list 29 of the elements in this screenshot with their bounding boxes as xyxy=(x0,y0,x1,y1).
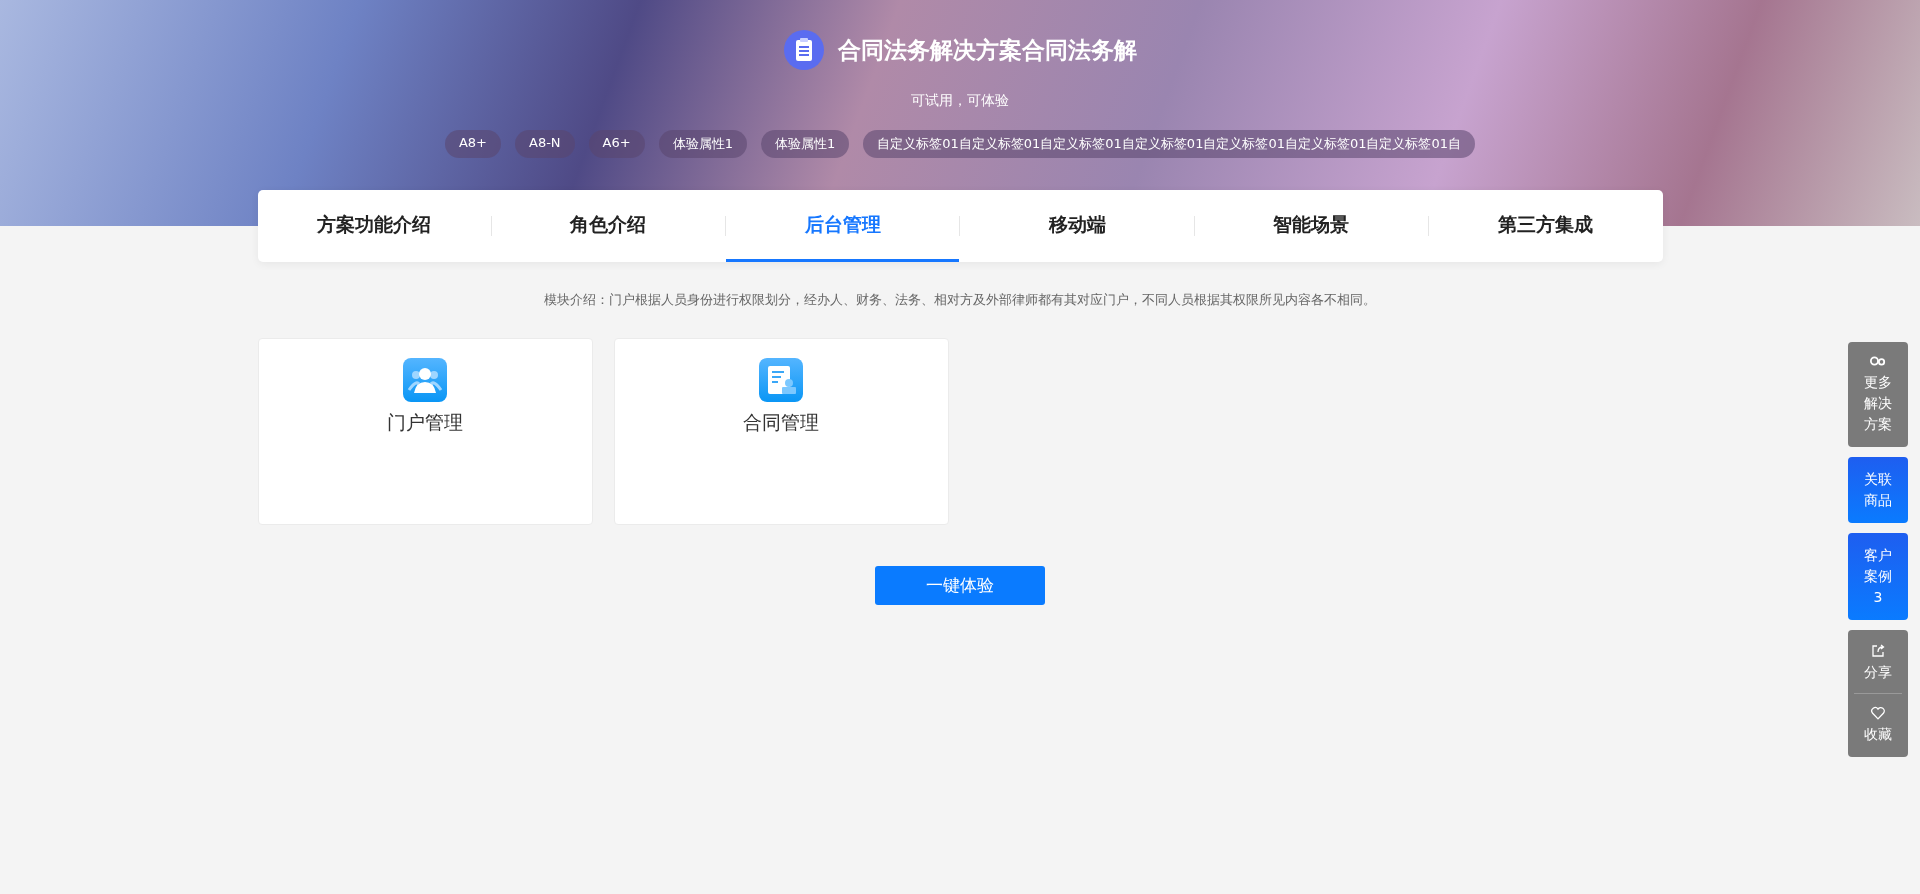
tab[interactable]: 智能场景 xyxy=(1194,190,1429,262)
tab[interactable]: 角色介绍 xyxy=(491,190,726,262)
tag: 自定义标签01自定义标签01自定义标签01自定义标签01自定义标签01自定义标签01自定义标签01自 xyxy=(863,130,1476,158)
side-button[interactable]: 客户案例 3 xyxy=(1848,533,1908,620)
tab[interactable]: 移动端 xyxy=(960,190,1194,262)
module-description: 模块介绍：门户根据人员身份进行权限划分，经办人、财务、法务、相对方及外部律师都有其对应门户，不同人员根据其权限所见内容各不相同。 xyxy=(543,291,1377,309)
side-button[interactable]: 更多解决方案 xyxy=(1848,342,1908,447)
link-icon xyxy=(1870,354,1886,368)
tab[interactable]: 后台管理 xyxy=(726,190,960,262)
side-button[interactable]: 分享 xyxy=(1864,642,1892,687)
tag: A6+ xyxy=(588,130,645,158)
side-button[interactable]: 收藏 xyxy=(1864,704,1892,749)
users-icon xyxy=(403,358,447,402)
tab[interactable]: 方案功能介绍 xyxy=(257,190,491,262)
tag: A8+ xyxy=(444,130,501,158)
share-icon xyxy=(1870,644,1886,658)
tab[interactable]: 第三方集成 xyxy=(1429,190,1663,262)
clipboard-icon xyxy=(783,30,824,70)
document-stamp-icon xyxy=(759,358,803,402)
tag: 体验属性1 xyxy=(658,130,747,158)
side-button[interactable]: 关联商品 xyxy=(1848,457,1908,523)
try-now-button[interactable]: 一键体验 xyxy=(875,566,1045,605)
solution-title: 合同法务解决方案合同法务解 xyxy=(837,35,1137,65)
heart-icon xyxy=(1870,706,1886,720)
tag: A8-N xyxy=(515,130,575,158)
tag: 体验属性1 xyxy=(760,130,850,158)
module-card[interactable]: 合同管理 xyxy=(613,338,949,525)
solution-subtitle: 可试用，可体验 xyxy=(911,92,1009,110)
module-card[interactable]: 门户管理 xyxy=(257,338,593,525)
